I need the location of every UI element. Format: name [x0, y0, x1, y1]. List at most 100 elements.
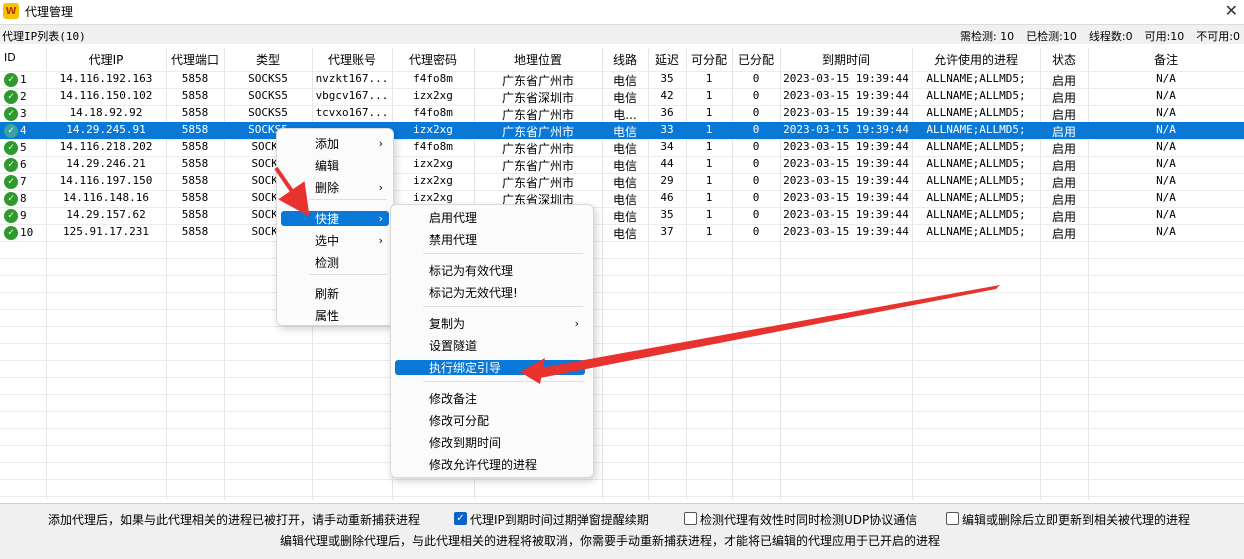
cell-remark: N/A: [1156, 89, 1176, 102]
window-title: 代理管理: [25, 4, 74, 19]
table-row[interactable]: ✓ 9 14.29.157.62 5858 SOCKS 电信 35 1 0 2023-03-15 …: [0, 207, 1244, 224]
cell-proxy-ip: 14.116.192.163: [59, 72, 153, 85]
row-divider: [0, 428, 1244, 429]
stat-available: 可用:10: [1144, 30, 1185, 43]
column-header-proxy-port[interactable]: 代理端口: [166, 51, 224, 67]
table-row[interactable]: ✓ 7 14.116.197.150 5858 SOCKS izx2xg 广东省广州市 电信 2…: [0, 173, 1244, 190]
context-menu-item-label: 刷新: [315, 287, 340, 301]
cell-proxy-ip: 14.29.246.21: [66, 157, 146, 170]
checkbox-update-process[interactable]: [946, 512, 959, 525]
column-header-allowed-process[interactable]: 允许使用的进程: [912, 51, 1040, 67]
submenu-item[interactable]: 修改到期时间: [395, 435, 585, 450]
column-header-proxy-account[interactable]: 代理账号: [312, 51, 392, 67]
valid-check-icon: ✓: [4, 208, 18, 223]
submenu-item[interactable]: 禁用代理: [395, 232, 585, 247]
column-header-status[interactable]: 状态: [1040, 51, 1088, 67]
table-row[interactable]: ✓ 3 14.18.92.92 5858 SOCKS5 tcvxo167... f4fo8m…: [0, 105, 1244, 122]
submenu-item-label: 禁用代理: [429, 233, 478, 247]
column-header-proxy-password[interactable]: 代理密码: [392, 51, 474, 67]
context-menu-item[interactable]: 编辑: [281, 158, 389, 173]
checkbox-expire-reminder[interactable]: ✓: [454, 512, 467, 525]
submenu-item[interactable]: 标记为有效代理: [395, 263, 585, 278]
cell-proxy-port: 5858: [181, 157, 209, 170]
valid-check-icon: ✓: [4, 106, 18, 121]
close-icon[interactable]: ✕: [1225, 1, 1238, 20]
row-divider: [0, 326, 1244, 327]
list-header-bar: 代理IP列表(10) 需检测: 10 已检测:10 线程数:0 可用:10 不可…: [0, 24, 1244, 44]
cell-assignable: 1: [705, 225, 713, 238]
column-header-expire-time[interactable]: 到期时间: [780, 51, 912, 67]
context-menu-item[interactable]: 快捷 ›: [281, 211, 389, 226]
submenu-item[interactable]: 启用代理: [395, 210, 585, 225]
menu-separator: [423, 306, 583, 307]
cell-line: 电信: [612, 74, 637, 87]
context-menu-item[interactable]: 添加 ›: [281, 136, 389, 151]
table-row[interactable]: ✓ 8 14.116.148.16 5858 SOCKS izx2xg 广东省深圳市 电信 46…: [0, 190, 1244, 207]
submenu-item[interactable]: 修改允许代理的进程: [395, 457, 585, 472]
row-divider: [0, 241, 1244, 242]
table-row[interactable]: ✓ 10 125.91.17.231 5858 SOCKS 电信 37 1 0 2023-03-1…: [0, 224, 1244, 241]
table-row[interactable]: ✓ 5 14.116.218.202 5858 SOCKS f4fo8m 广东省广州市 电信 3…: [0, 139, 1244, 156]
table-row[interactable]: ✓ 6 14.29.246.21 5858 SOCKS izx2xg 广东省广州市 电信 44 1…: [0, 156, 1244, 173]
context-menu-item[interactable]: 选中 ›: [281, 233, 389, 248]
cell-allowed-process: ALLNAME;ALLMD5;: [926, 208, 1026, 221]
chevron-right-icon: ›: [574, 317, 579, 330]
row-id: ✓ 6: [4, 157, 27, 172]
column-header-proxy-ip[interactable]: 代理IP: [46, 51, 166, 67]
proxy-table[interactable]: ID 代理IP 代理端口 类型 代理账号 代理密码 地理位置 线路 延迟 可分配 已分配 到期时间 允许…: [0, 48, 1244, 500]
table-row[interactable]: ✓ 2 14.116.150.102 5858 SOCKS5 vbgcv167... izx…: [0, 88, 1244, 105]
submenu-item[interactable]: 修改可分配: [395, 413, 585, 428]
submenu-item-label: 启用代理: [429, 211, 478, 225]
column-header-assigned[interactable]: 已分配: [732, 51, 780, 67]
column-header-latency[interactable]: 延迟: [648, 51, 686, 67]
column-header-line[interactable]: 线路: [602, 51, 648, 67]
row-divider: [0, 445, 1244, 446]
row-id-text: 1: [20, 73, 27, 86]
cell-line: 电信: [612, 125, 637, 138]
row-id: ✓ 4: [4, 123, 27, 138]
cell-allowed-process: ALLNAME;ALLMD5;: [926, 157, 1026, 170]
cell-type: SOCKS5: [248, 89, 288, 102]
table-row[interactable]: ✓ 1 14.116.192.163 5858 SOCKS5 nvzkt167... f4f…: [0, 71, 1244, 88]
submenu-item[interactable]: 设置隧道: [395, 338, 585, 353]
row-id-text: 4: [20, 124, 27, 137]
checkbox-update-label[interactable]: 编辑或删除后立即更新到相关被代理的进程: [962, 511, 1190, 528]
checkbox-expire-label[interactable]: 代理IP到期时间过期弹窗提醒续期: [470, 511, 649, 528]
checkbox-udp-check[interactable]: [684, 512, 697, 525]
table-row[interactable]: ✓ 4 14.29.245.91 5858 SOCKS5 izx2xg 广东省广州市 电信 33…: [0, 122, 1244, 139]
row-divider: [0, 275, 1244, 276]
context-menu-item[interactable]: 检测: [281, 255, 389, 270]
column-header-location[interactable]: 地理位置: [474, 51, 602, 67]
submenu-item-label: 修改备注: [429, 392, 478, 406]
submenu-item[interactable]: 修改备注: [395, 391, 585, 406]
row-divider: [0, 292, 1244, 293]
valid-check-icon: ✓: [4, 123, 18, 138]
submenu-item[interactable]: 复制为 ›: [395, 316, 585, 331]
column-header-assignable[interactable]: 可分配: [686, 51, 732, 67]
cell-type: SOCKS5: [248, 72, 288, 85]
cell-latency: 36: [660, 106, 674, 119]
column-header-remark[interactable]: 备注: [1088, 51, 1244, 67]
column-header-id[interactable]: ID: [0, 51, 46, 67]
context-menu-item[interactable]: 刷新: [281, 286, 389, 301]
cell-expire-time: 2023-03-15 19:39:44: [783, 123, 909, 136]
submenu-item[interactable]: 执行绑定引导: [395, 360, 585, 375]
cell-proxy-ip: 14.116.148.16: [62, 191, 150, 204]
context-menu-item[interactable]: 属性: [281, 308, 389, 323]
context-menu: 添加 › 编辑删除 › 快捷 › 选中 › 检测刷新属性: [276, 128, 394, 326]
cell-assigned: 0: [752, 140, 760, 153]
column-header-type[interactable]: 类型: [224, 51, 312, 67]
row-id: ✓ 3: [4, 106, 27, 121]
submenu-item[interactable]: 标记为无效代理!: [395, 285, 585, 300]
context-menu-item[interactable]: 删除 ›: [281, 180, 389, 195]
checkbox-udp-label[interactable]: 检测代理有效性时同时检测UDP协议通信: [700, 511, 917, 528]
cell-allowed-process: ALLNAME;ALLMD5;: [926, 225, 1026, 238]
row-id-text: 5: [20, 141, 27, 154]
cell-assigned: 0: [752, 208, 760, 221]
row-divider: [0, 462, 1244, 463]
menu-separator: [309, 274, 387, 275]
cell-assigned: 0: [752, 72, 760, 85]
cell-proxy-ip: 14.116.150.102: [59, 89, 153, 102]
cell-proxy-password: izx2xg: [413, 157, 453, 170]
submenu-item-label: 标记为有效代理: [429, 264, 514, 278]
